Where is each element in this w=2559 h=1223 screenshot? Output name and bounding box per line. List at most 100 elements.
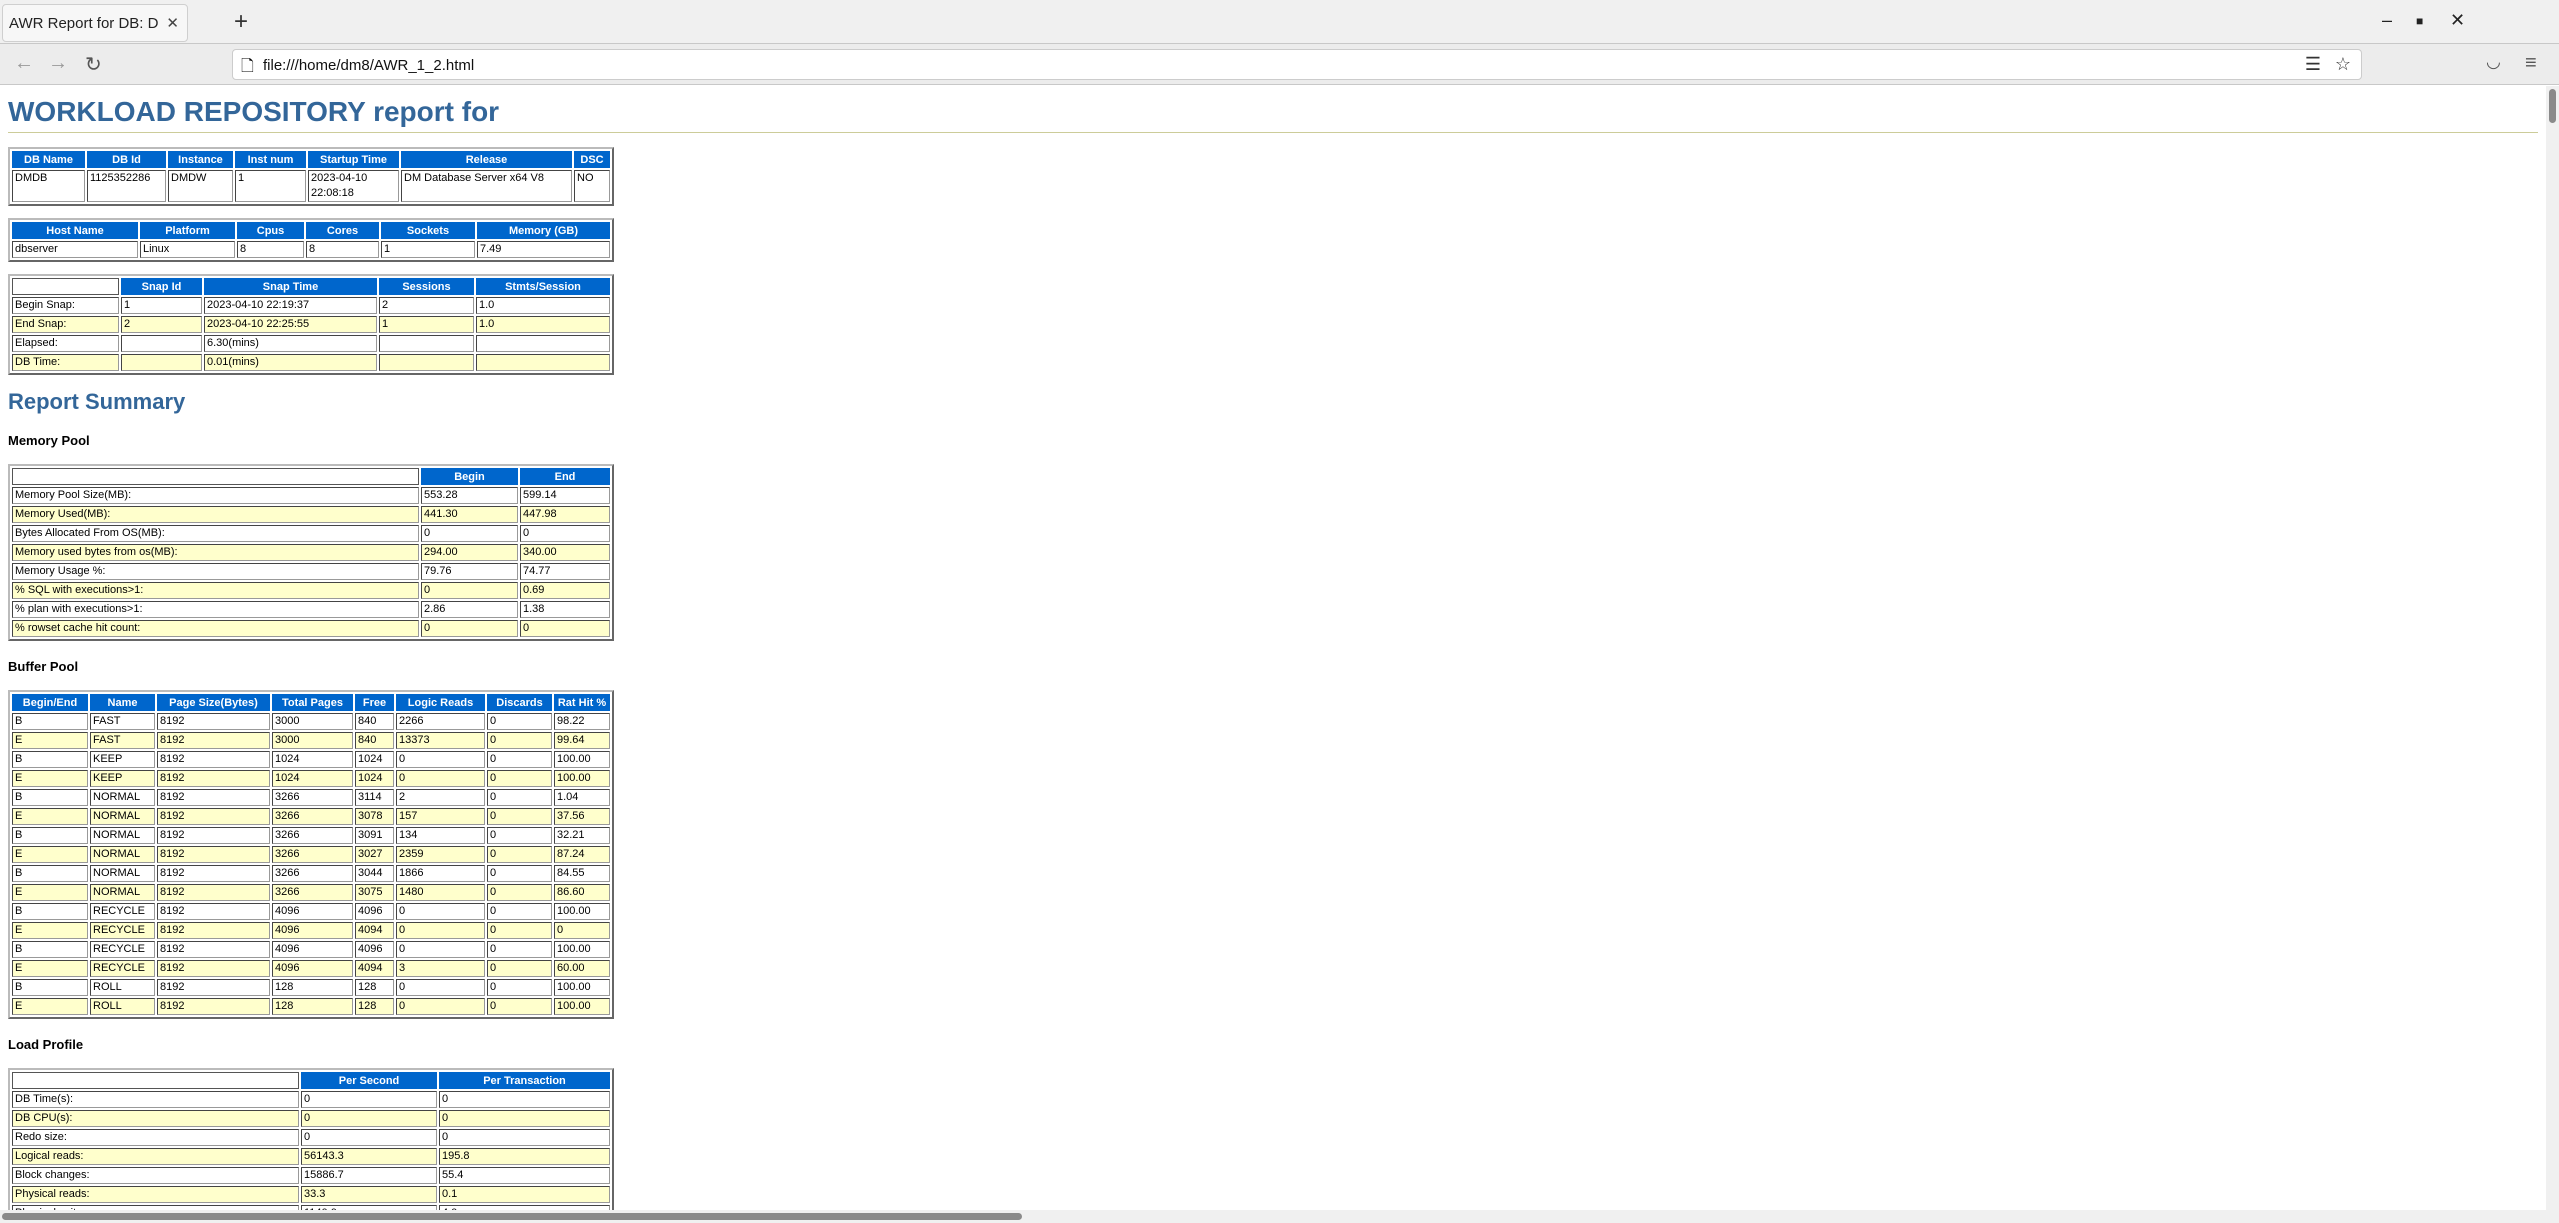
table-cell: 3266 [272,865,353,882]
column-header: Page Size(Bytes) [157,694,270,711]
table-cell: 8 [306,241,379,258]
url-bar[interactable]: 🗋 file:///home/dm8/AWR_1_2.html ☰ ☆ [232,49,2362,80]
table-row: E RECYCLE 8192 4096 4094 0 0 0 [12,922,610,939]
table-cell: 840 [355,732,394,749]
reload-icon[interactable]: ↻ [85,52,102,77]
column-header: Memory (GB) [477,222,610,239]
table-cell: 0 [396,941,485,958]
close-window-icon[interactable]: ✕ [2450,10,2465,31]
table-cell: ROLL [90,998,155,1015]
table-cell: 8192 [157,922,270,939]
table-cell: 32.21 [554,827,610,844]
table-cell: NORMAL [90,808,155,825]
vertical-scroll-thumb[interactable] [2549,89,2556,123]
horizontal-scroll-thumb[interactable] [2,1213,1022,1220]
column-header: Sockets [381,222,475,239]
browser-tab[interactable]: AWR Report for DB: DMDB, Inst ✕ [2,4,188,42]
table-cell: B [12,713,88,730]
table-cell: 1866 [396,865,485,882]
table-cell: Linux [140,241,235,258]
table-cell: ROLL [90,979,155,996]
table-cell: 0 [487,922,552,939]
table-cell: 4096 [272,922,353,939]
table-row: Logical reads: 56143.3 195.8 [12,1148,610,1165]
table-cell: 128 [272,979,353,996]
table-row: % rowset cache hit count: 0 0 [12,620,610,637]
bookmark-star-icon[interactable]: ☆ [2335,54,2351,75]
table-cell: 294.00 [421,544,518,561]
table-row: Memory Pool Size(MB): 553.28 599.14 [12,487,610,504]
table-cell: 3075 [355,884,394,901]
table-cell: 195.8 [439,1148,610,1165]
table-cell: 0 [301,1129,437,1146]
table-cell: 840 [355,713,394,730]
table-cell: DB Time(s): [12,1091,299,1108]
navigation-bar: ← → ↻ 🗋 file:///home/dm8/AWR_1_2.html ☰ … [0,44,2559,85]
table-cell: 2 [379,297,474,314]
table-row: Memory Usage %: 79.76 74.77 [12,563,610,580]
vertical-scrollbar[interactable] [2546,86,2559,1223]
table-cell: 0 [439,1091,610,1108]
table-row: Block changes: 15886.7 55.4 [12,1167,610,1184]
table-cell: 8192 [157,903,270,920]
db-info-table: DB Name DB Id Instance Inst num Startup Time… [8,147,614,206]
table-cell: 0 [301,1110,437,1127]
column-header: Sessions [379,278,474,295]
host-info-table: Host Name Platform Cpus Cores Sockets Memory … [8,218,614,262]
column-header: Snap Id [121,278,202,295]
table-cell: 0 [487,846,552,863]
table-cell: 0 [487,732,552,749]
table-cell: 0 [520,525,610,542]
maximize-icon[interactable]: ■ [2416,14,2423,28]
pocket-icon[interactable]: ◡ [2486,52,2501,72]
table-cell: 128 [272,998,353,1015]
table-cell: E [12,732,88,749]
table-cell: B [12,751,88,768]
table-cell: 2023-04-10 22:19:37 [204,297,377,314]
table-cell: 0 [439,1129,610,1146]
header-row: Host Name Platform Cpus Cores Sockets Memory … [12,222,610,239]
table-cell: 6.30(mins) [204,335,377,352]
tab-bar: AWR Report for DB: DMDB, Inst ✕ + ‒ ■ ✕ [0,0,2559,44]
table-cell: 0 [487,865,552,882]
table-cell: NORMAL [90,865,155,882]
column-header: Cpus [237,222,304,239]
table-cell: 1024 [355,770,394,787]
back-icon[interactable]: ← [14,52,34,75]
table-cell: 0 [396,751,485,768]
table-cell: 4096 [355,903,394,920]
reader-view-icon[interactable]: ☰ [2305,54,2321,75]
table-cell: 100.00 [554,998,610,1015]
table-cell: NORMAL [90,846,155,863]
table-cell: 8192 [157,998,270,1015]
column-header: Startup Time [308,151,399,168]
load-profile-table: Per Second Per Transaction DB Time(s): 0 0 DB… [8,1068,614,1210]
close-tab-icon[interactable]: ✕ [166,14,179,32]
table-row: DMDB 1125352286 DMDW 1 2023-04-10 22:08:18 DM… [12,170,610,202]
table-cell: 3000 [272,713,353,730]
table-cell: 84.55 [554,865,610,882]
load-profile-heading: Load Profile [8,1037,84,1052]
table-row: Physical reads: 33.3 0.1 [12,1186,610,1203]
table-cell: 0.1 [439,1186,610,1203]
forward-icon[interactable]: → [48,52,68,75]
table-cell: 2023-04-10 22:08:18 [308,170,399,202]
horizontal-scrollbar[interactable] [0,1210,2546,1223]
new-tab-icon[interactable]: + [234,8,248,36]
table-cell: 15886.7 [301,1167,437,1184]
table-cell: KEEP [90,770,155,787]
table-row: B NORMAL 8192 3266 3044 1866 0 84.55 [12,865,610,882]
table-cell: 0 [487,979,552,996]
table-cell: 8192 [157,827,270,844]
table-cell: 3266 [272,808,353,825]
table-cell: Redo size: [12,1129,299,1146]
column-header: Snap Time [204,278,377,295]
table-cell: 4094 [355,922,394,939]
column-header: Name [90,694,155,711]
table-cell: 0 [396,903,485,920]
menu-icon[interactable]: ≡ [2525,52,2537,75]
table-row: B RECYCLE 8192 4096 4096 0 0 100.00 [12,903,610,920]
table-cell: NO [574,170,610,202]
table-cell: 8 [237,241,304,258]
minimize-icon[interactable]: ‒ [2382,10,2392,31]
